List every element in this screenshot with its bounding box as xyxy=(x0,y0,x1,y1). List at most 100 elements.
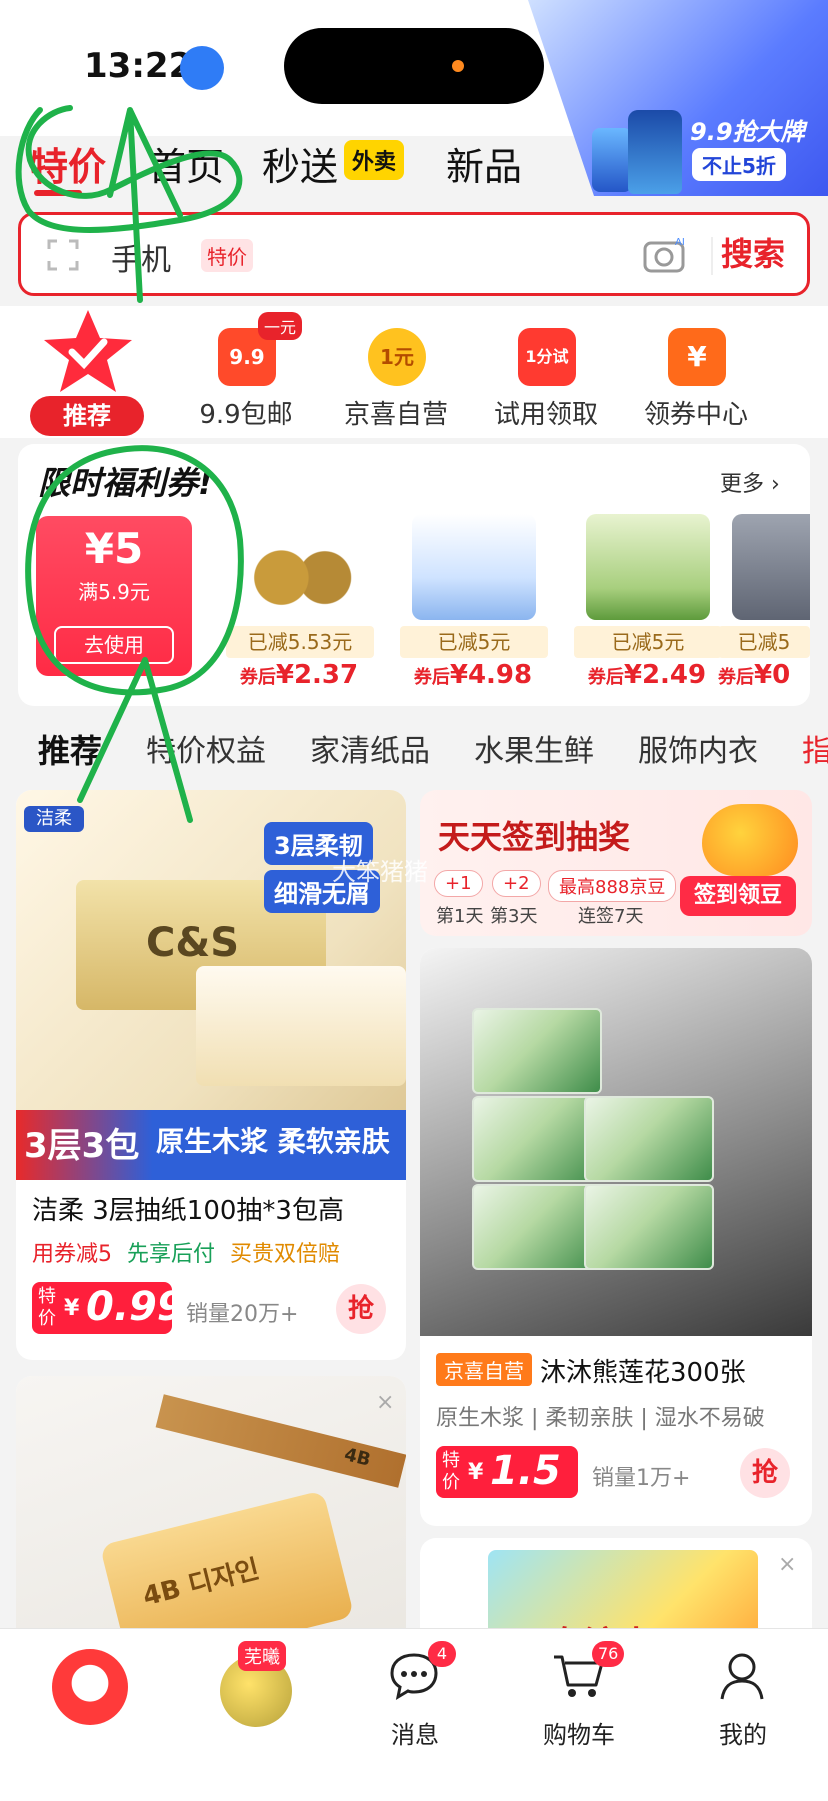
deal-after-price: 券后¥2.49 xyxy=(587,660,707,690)
nav-label: 购物车 xyxy=(543,1721,615,1749)
tissue-pack xyxy=(472,1008,602,1094)
main-coupon[interactable]: ¥5 满5.9元 去使用 xyxy=(36,516,192,676)
channel-jx-self[interactable]: 1元 京喜自营 xyxy=(326,306,466,438)
tissue-image xyxy=(412,514,536,620)
feed-tab-more[interactable]: 指 xyxy=(802,726,828,770)
tab-express-badge: 外卖 xyxy=(344,140,405,180)
coupon-deal-item[interactable]: 已减5元 券后¥4.98 xyxy=(388,514,558,694)
product-perks: 用券减5 先享后付 买贵双倍赔 xyxy=(32,1236,340,1268)
channel-label: 京喜自营 xyxy=(343,400,448,430)
price-box: 特价 ¥ 0.99 xyxy=(32,1282,185,1334)
signin-level: +2 xyxy=(492,870,541,897)
signin-lottery-card[interactable]: 天天签到抽奖 +1 +2 最高888京豆 第1天 第3天 连签7天 签到领豆 xyxy=(420,790,812,936)
channel-trial[interactable]: 1分试 试用领取 xyxy=(476,306,616,438)
price-value: 1.5 xyxy=(490,1448,561,1494)
message-count-badge: 4 xyxy=(428,1641,456,1667)
channel-recommend[interactable]: 推荐 xyxy=(14,306,154,438)
product-bottle-icon xyxy=(628,110,682,194)
tab-home[interactable]: 首页 xyxy=(148,136,224,191)
coupon-amount: ¥5 xyxy=(84,524,144,573)
product-subtitle: 原生木浆 | 柔韧亲肤 | 湿水不易破 xyxy=(436,1406,765,1431)
signin-level: +1 xyxy=(434,870,483,897)
feed-tab-recommend[interactable]: 推荐 xyxy=(38,726,102,772)
nav-me[interactable]: 我的 xyxy=(668,1641,818,1771)
red-star-icon xyxy=(44,310,132,392)
jd-mascot-icon xyxy=(52,1649,128,1725)
pencil-graphic: 4B xyxy=(155,1394,406,1488)
status-time: 13:22 xyxy=(84,46,193,86)
promo-line2: 不止5折 xyxy=(692,148,786,181)
coupon-deal-item[interactable]: 已减5元 券后¥2.49 xyxy=(562,514,732,694)
deal-discount: 已减5.53元 xyxy=(226,626,374,658)
cart-count-badge: 76 xyxy=(592,1641,625,1667)
grab-button[interactable]: 抢 xyxy=(336,1284,386,1334)
tissue-box xyxy=(196,966,406,1086)
signin-day: 第1天 xyxy=(436,906,484,927)
deal-after-price: 券后¥4.98 xyxy=(413,660,533,690)
scan-icon[interactable] xyxy=(45,237,81,273)
tissue-pack xyxy=(472,1096,602,1182)
channel-label: 领券中心 xyxy=(643,400,748,430)
feed-tab-apparel[interactable]: 服饰内衣 xyxy=(638,726,758,770)
signin-button[interactable]: 签到领豆 xyxy=(680,876,796,916)
channel-9-9[interactable]: 9.9 一元 9.9包邮 xyxy=(176,306,316,438)
feed-tabs: 推荐 特价权益 家清纸品 水果生鲜 服饰内衣 指 xyxy=(0,718,828,780)
coupon-deal-item[interactable]: 已减5.53元 券后¥2.37 xyxy=(214,514,384,694)
channel-label: 试用领取 xyxy=(493,400,598,430)
tissue-pack xyxy=(584,1184,714,1270)
close-icon[interactable]: × xyxy=(778,1552,796,1577)
deal-discount: 已减5 xyxy=(718,626,810,658)
signin-day: 连签7天 xyxy=(578,906,644,927)
channel-coupon-center[interactable]: ¥ 领券中心 xyxy=(626,306,766,438)
product-image: 洁柔 C&S 3层柔韧 细滑无屑 3层3包 原生木浆 柔软亲肤 xyxy=(16,790,406,1180)
voice-indicator-icon xyxy=(180,46,224,90)
bottom-navigation: 芜曦 4 消息 76 购物车 我的 xyxy=(0,1628,828,1801)
watermark-text: 大笨猪猪 xyxy=(332,858,428,886)
feed-tab-paper[interactable]: 家清纸品 xyxy=(310,726,430,770)
coupon-icon: ¥ xyxy=(668,328,726,386)
perk-price-guarantee: 买贵双倍赔 xyxy=(230,1242,341,1267)
channel-recommend-label: 推荐 xyxy=(30,396,144,436)
coupon-more-link[interactable]: 更多 › xyxy=(720,466,780,498)
product-card[interactable]: 京喜自营 沐沐熊莲花300张 原生木浆 | 柔韧亲肤 | 湿水不易破 特价 ¥ 1… xyxy=(420,948,812,1526)
close-icon[interactable]: × xyxy=(376,1390,394,1415)
search-keyword[interactable]: 手机 xyxy=(111,235,171,279)
coupon-section-title: 限时福利券! xyxy=(38,464,213,502)
nav-tag: 芜曦 xyxy=(238,1641,286,1671)
camera-ai-icon[interactable]: AI xyxy=(643,235,689,275)
brand-badge: 洁柔 xyxy=(24,806,84,832)
sales-count: 销量1万+ xyxy=(592,1466,691,1491)
deal-discount: 已减5元 xyxy=(400,626,548,658)
deal-discount: 已减5元 xyxy=(574,626,722,658)
tab-express[interactable]: 秒送 xyxy=(262,136,338,191)
sales-count: 销量20万+ xyxy=(186,1302,299,1327)
medal-icon: 1元 xyxy=(368,328,426,386)
person-icon xyxy=(720,1653,764,1700)
nav-home[interactable] xyxy=(12,1641,162,1771)
self-operated-badge: 京喜自营 xyxy=(436,1353,532,1386)
feed-tab-fresh[interactable]: 水果生鲜 xyxy=(474,726,594,770)
gold-bean-icon xyxy=(702,804,798,876)
pear-image xyxy=(238,514,362,620)
tab-new[interactable]: 新品 xyxy=(446,136,522,191)
tab-special-price[interactable]: 特价 xyxy=(30,136,106,191)
active-tab-underline xyxy=(34,190,82,196)
nav-messages[interactable]: 4 消息 xyxy=(340,1641,490,1771)
nav-cart[interactable]: 76 购物车 xyxy=(504,1641,654,1771)
feed-tab-benefits[interactable]: 特价权益 xyxy=(146,726,266,770)
use-coupon-button[interactable]: 去使用 xyxy=(54,626,174,664)
dynamic-island xyxy=(284,28,544,104)
search-bar[interactable]: 手机 特价 AI 搜索 xyxy=(18,212,810,296)
grab-button[interactable]: 抢 xyxy=(740,1448,790,1498)
banner-left-text: 3层3包 xyxy=(24,1126,140,1166)
product-image xyxy=(420,948,812,1336)
perk-coupon: 用券减5 xyxy=(32,1242,112,1267)
coupon-deal-item[interactable]: 已减5 券后¥0 xyxy=(718,514,810,694)
search-button[interactable]: 搜索 xyxy=(721,229,785,275)
search-divider xyxy=(711,237,713,275)
perk-pay-later: 先享后付 xyxy=(127,1242,216,1267)
deal-after-price: 券后¥0 xyxy=(718,660,791,690)
price-tag: 特价 xyxy=(442,1450,460,1493)
nav-fresh[interactable]: 芜曦 xyxy=(176,1641,326,1771)
signin-day: 第3天 xyxy=(490,906,538,927)
